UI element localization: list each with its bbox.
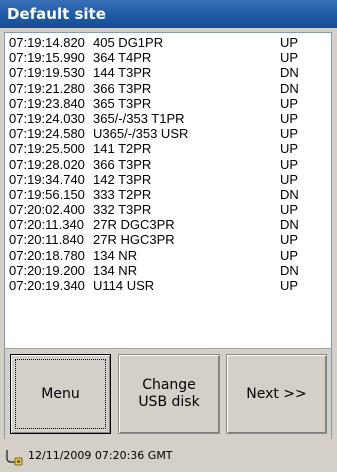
log-status: DN	[280, 217, 299, 233]
log-code: 144 T3PR	[93, 65, 152, 81]
log-status: UP	[280, 110, 299, 126]
next-button-label: Next >>	[246, 386, 307, 402]
log-row[interactable]: 07:19:28.020 366 T3PR UP	[7, 157, 329, 172]
log-code: 366 T3PR	[93, 156, 152, 172]
log-row[interactable]: 07:19:24.580 U365/-/353 USR UP	[7, 126, 329, 141]
log-code: U114 USR	[93, 278, 155, 293]
log-status: DN	[280, 186, 299, 202]
log-time: 07:19:25.500	[9, 141, 85, 157]
log-status: UP	[280, 156, 299, 172]
button-panel: Menu Change USB disk Next >>	[5, 348, 331, 439]
log-time: 07:19:56.150	[9, 186, 85, 202]
log-code: 134 NR	[93, 262, 138, 278]
log-status: UP	[280, 232, 299, 248]
log-code: 364 T4PR	[93, 50, 152, 66]
log-status: DN	[280, 262, 299, 278]
log-time: 07:19:15.990	[9, 50, 85, 66]
log-time: 07:19:28.020	[9, 156, 85, 172]
log-status: UP	[280, 202, 299, 218]
log-code: 333 T2PR	[93, 186, 152, 202]
log-row[interactable]: 07:20:11.840 27R HGC3PR UP	[7, 232, 329, 247]
log-status: UP	[280, 141, 299, 157]
log-row[interactable]: 07:20:02.400 332 T3PR UP	[7, 202, 329, 217]
log-status: DN	[280, 80, 299, 96]
log-status: UP	[280, 50, 299, 66]
status-datetime: 12/11/2009 07:20:36 GMT	[28, 449, 173, 462]
log-time: 07:20:11.840	[9, 232, 84, 248]
log-row[interactable]: 07:20:11.340 27R DGC3PR DN	[7, 217, 329, 232]
log-code: 366 T3PR	[93, 80, 152, 96]
log-row[interactable]: 07:19:34.740 142 T3PR UP	[7, 172, 329, 187]
event-log-rows: 07:19:14.820 405 DG1PR UP 07:19:15.990 364 T…	[7, 35, 329, 343]
status-bar: 12/11/2009 07:20:36 GMT	[0, 440, 337, 472]
menu-button[interactable]: Menu	[10, 354, 111, 434]
event-log-list[interactable]: 07:19:14.820 405 DG1PR UP 07:19:15.990 364 T…	[4, 32, 332, 439]
log-row[interactable]: 07:19:25.500 141 T2PR UP	[7, 141, 329, 156]
log-row[interactable]: 07:19:21.280 366 T3PR DN	[7, 81, 329, 96]
log-time: 07:20:18.780	[9, 247, 85, 263]
log-status: UP	[280, 95, 299, 111]
usb-plug-icon	[6, 450, 23, 466]
log-status: UP	[280, 247, 299, 263]
log-row[interactable]: 07:20:18.780 134 NR UP	[7, 248, 329, 263]
log-code: 27R HGC3PR	[93, 232, 175, 248]
log-row[interactable]: 07:19:19.530 144 T3PR DN	[7, 65, 329, 80]
log-status: UP	[280, 35, 299, 50]
change-usb-disk-button[interactable]: Change USB disk	[118, 354, 220, 434]
log-code: 141 T2PR	[93, 141, 152, 157]
log-code: 134 NR	[93, 247, 138, 263]
log-time: 07:20:02.400	[9, 202, 85, 218]
log-row[interactable]: 07:20:19.340 U114 USR UP	[7, 278, 329, 293]
log-time: 07:19:21.280	[9, 80, 85, 96]
log-status: UP	[280, 126, 299, 142]
log-row[interactable]: 07:19:56.150 333 T2PR DN	[7, 187, 329, 202]
log-row[interactable]: 07:19:24.030 365/-/353 T1PR UP	[7, 111, 329, 126]
log-code: 365 T3PR	[93, 95, 152, 111]
log-status: UP	[280, 278, 299, 293]
log-row[interactable]: 07:19:14.820 405 DG1PR UP	[7, 35, 329, 50]
next-button[interactable]: Next >>	[226, 354, 327, 434]
log-row[interactable]: 07:20:19.200 134 NR DN	[7, 263, 329, 278]
log-time: 07:19:14.820	[9, 35, 85, 50]
change-usb-disk-label: Change USB disk	[138, 377, 200, 410]
log-time: 07:19:23.840	[9, 95, 85, 111]
log-time: 07:19:34.740	[9, 171, 85, 187]
log-time: 07:20:19.340	[9, 278, 85, 293]
menu-button-label: Menu	[41, 386, 80, 402]
log-time: 07:20:11.340	[9, 217, 84, 233]
log-code: 405 DG1PR	[93, 35, 164, 50]
log-time: 07:19:24.030	[9, 110, 85, 126]
window-title: Default site	[0, 0, 337, 28]
log-time: 07:19:24.580	[9, 126, 85, 142]
log-time: 07:20:19.200	[9, 262, 85, 278]
log-code: 365/-/353 T1PR	[93, 110, 185, 126]
log-code: U365/-/353 USR	[93, 126, 189, 142]
log-row[interactable]: 07:19:23.840 365 T3PR UP	[7, 96, 329, 111]
log-status: DN	[280, 65, 299, 81]
log-status: UP	[280, 171, 299, 187]
log-time: 07:19:19.530	[9, 65, 85, 81]
log-code: 27R DGC3PR	[93, 217, 175, 233]
log-code: 142 T3PR	[93, 171, 152, 187]
log-row[interactable]: 07:19:15.990 364 T4PR UP	[7, 50, 329, 65]
log-code: 332 T3PR	[93, 202, 152, 218]
